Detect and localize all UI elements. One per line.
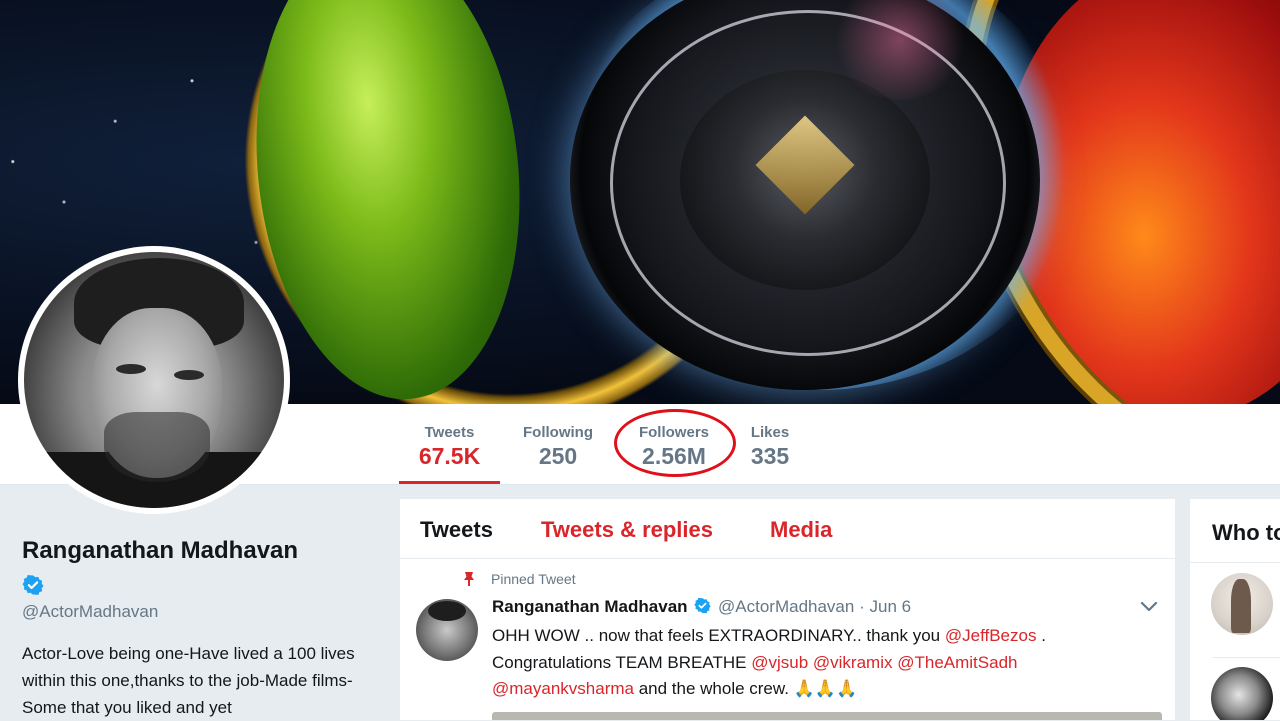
mention-vikramix[interactable]: @vikramix (813, 653, 893, 672)
avatar-beard (104, 412, 210, 482)
tab-tweets[interactable]: Tweets (420, 517, 493, 543)
timeline-panel: Tweets Tweets & replies Media Pinned Twe… (400, 499, 1175, 720)
suggested-user-avatar[interactable] (1211, 573, 1273, 635)
stat-following-label: Following (523, 424, 593, 441)
stat-tweets-label: Tweets (424, 424, 475, 441)
suggested-user-avatar[interactable] (1211, 667, 1273, 720)
suggested-user-figure (1231, 579, 1251, 633)
verified-badge-icon (22, 575, 44, 595)
avatar-photo (24, 252, 284, 508)
tweet-date[interactable]: Jun 6 (869, 597, 911, 616)
stat-likes-label: Likes (750, 424, 790, 441)
tab-tweets-replies[interactable]: Tweets & replies (541, 517, 713, 543)
stat-following-value: 250 (538, 443, 578, 469)
tweet-author-name[interactable]: Ranganathan Madhavan (492, 597, 688, 616)
tweet-author-handle[interactable]: @ActorMadhavan (718, 597, 854, 616)
mention-mayankvsharma[interactable]: @mayankvsharma (492, 679, 634, 698)
profile-name[interactable]: Ranganathan Madhavan (22, 536, 362, 566)
profile-card: Ranganathan Madhavan @ActorMadhavan Acto… (22, 536, 362, 721)
profile-handle[interactable]: @ActorMadhavan (22, 602, 362, 622)
stat-tweets-value: 67.5K (418, 443, 481, 469)
pin-icon (464, 572, 474, 586)
tweet-media-preview[interactable] (492, 712, 1162, 720)
folded-hands-emoji: 🙏🙏🙏 (793, 679, 858, 698)
divider (1212, 657, 1280, 658)
pinned-tweet-label: Pinned Tweet (491, 571, 576, 587)
tweet-text: OHH WOW .. now that feels EXTRAORDINARY.… (492, 623, 1132, 703)
tweet-text-line3: and the whole crew. (633, 679, 794, 698)
tweet-header: Ranganathan Madhavan @ActorMadhavan · Ju… (492, 597, 911, 617)
profile-bio: Actor-Love being one-Have lived a 100 li… (22, 644, 355, 717)
chevron-down-icon[interactable] (1139, 599, 1159, 613)
profile-avatar[interactable] (18, 246, 290, 514)
tweet-avatar-hair (428, 601, 466, 621)
tweet-separator: · (859, 597, 865, 616)
who-to-follow-panel: Who to follow (1190, 499, 1280, 720)
divider (1190, 562, 1280, 563)
mention-theamitsadh[interactable]: @TheAmitSadh (897, 653, 1017, 672)
stat-likes[interactable]: Likes 335 (740, 404, 800, 484)
followers-highlight-circle (614, 409, 736, 477)
tweet-text-line1-end: . (1036, 626, 1046, 645)
stat-likes-value: 335 (750, 443, 790, 469)
timeline-tabs: Tweets Tweets & replies Media (400, 499, 1175, 559)
stat-tweets[interactable]: Tweets 67.5K (399, 404, 500, 484)
tweet-verified-icon (694, 597, 711, 614)
avatar-eye-left (116, 364, 146, 374)
tweet-author-avatar[interactable] (416, 599, 478, 661)
mention-vjsub[interactable]: @vjsub (751, 653, 808, 672)
tweet-text-line1: OHH WOW .. now that feels EXTRAORDINARY.… (492, 626, 945, 645)
stat-following[interactable]: Following 250 (510, 404, 606, 484)
mention-jeffbezos[interactable]: @JeffBezos (945, 626, 1037, 645)
tab-media[interactable]: Media (770, 517, 832, 543)
tweet-text-line2: Congratulations TEAM BREATHE (492, 652, 752, 672)
who-to-follow-title: Who to follow (1212, 520, 1280, 545)
avatar-eye-right (174, 370, 204, 380)
